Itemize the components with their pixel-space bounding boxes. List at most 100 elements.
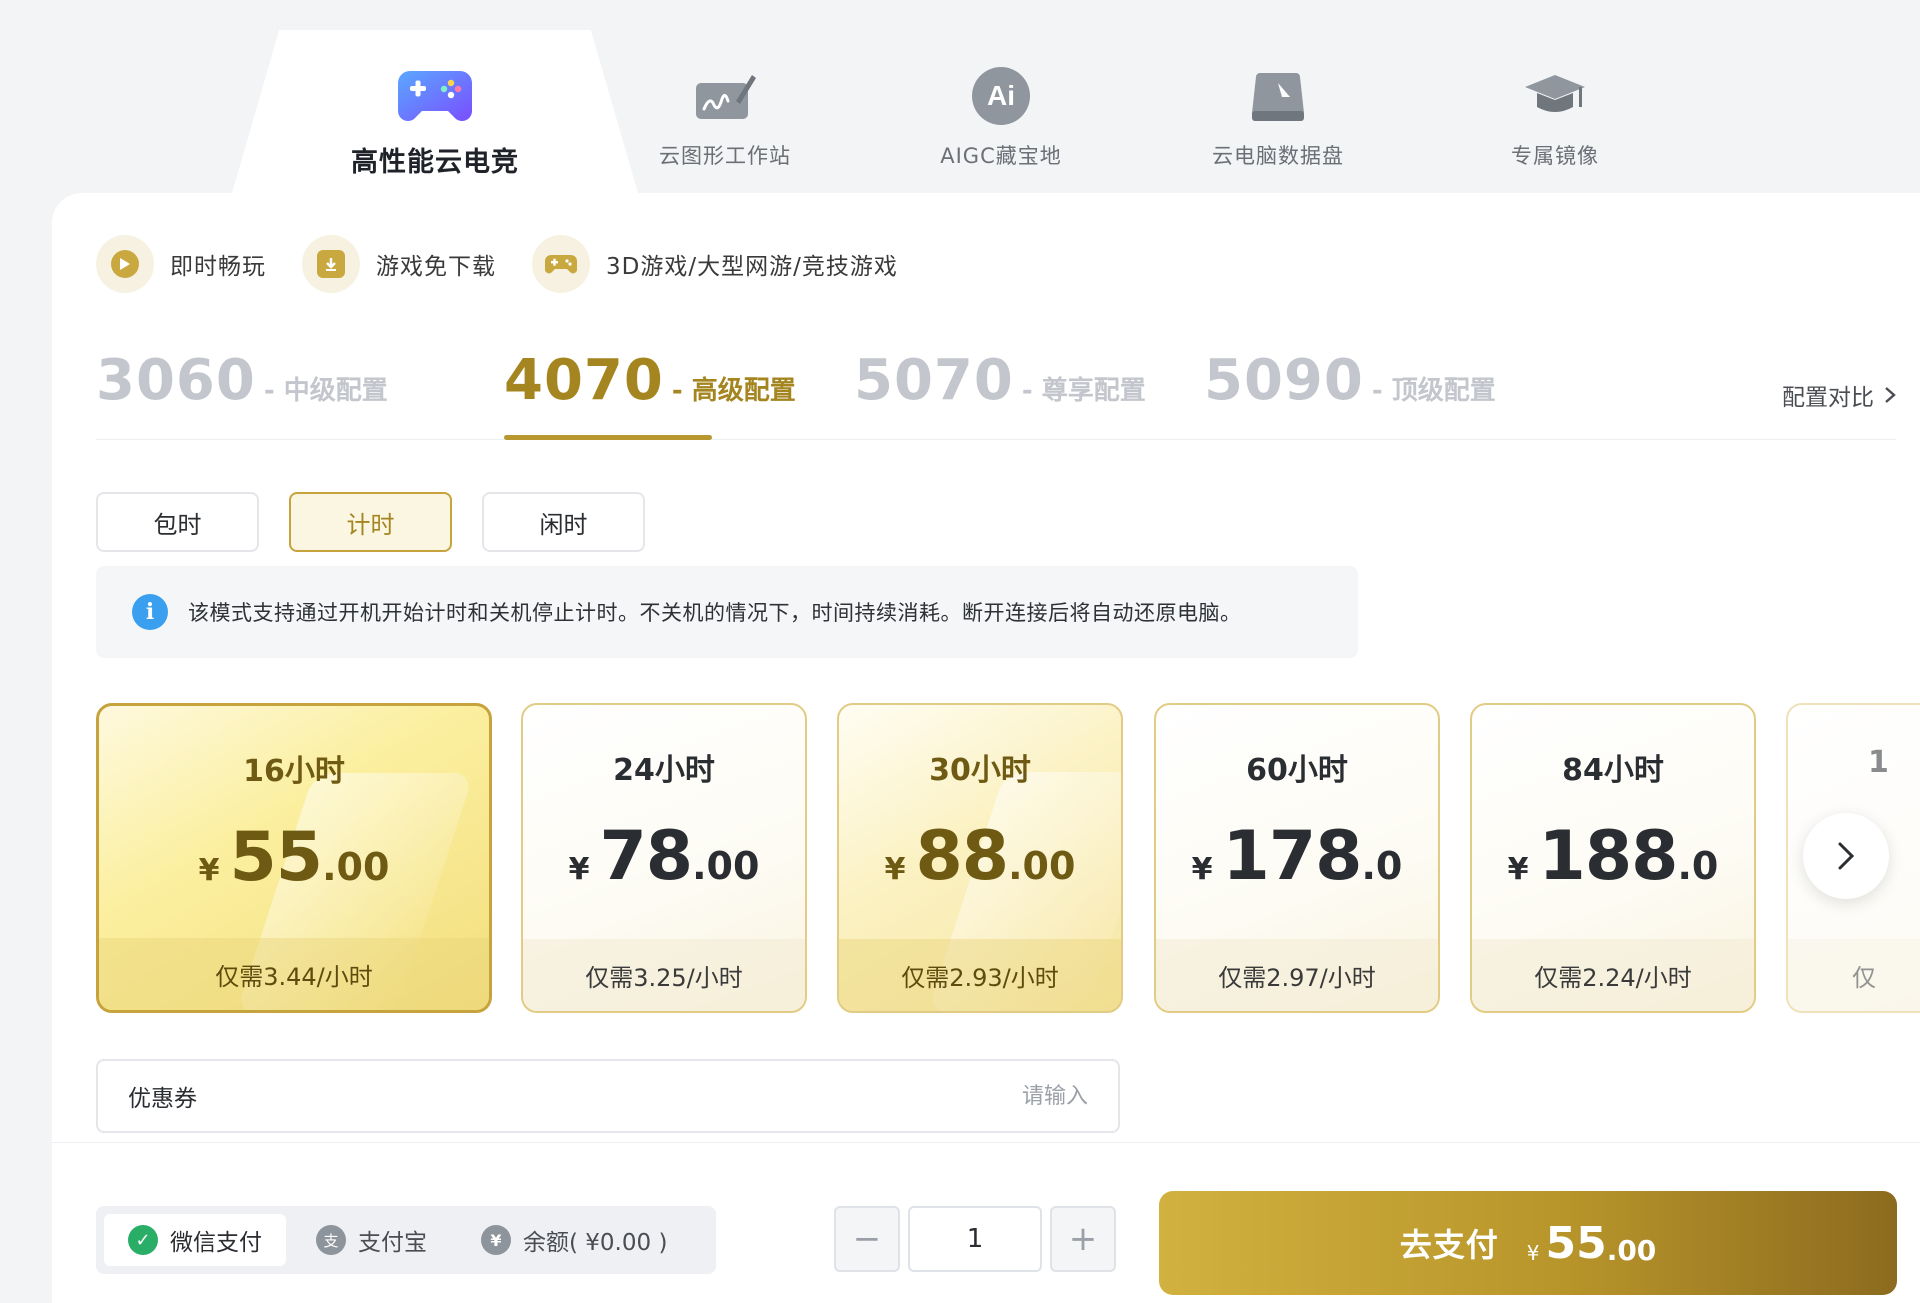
play-icon (96, 235, 154, 293)
tab-label: 云电脑数据盘 (1212, 144, 1344, 168)
config-tab-4070[interactable]: 4070 - 高级配置 (504, 348, 796, 413)
packages-next-button[interactable] (1803, 813, 1889, 899)
package-hours: 24小时 (613, 753, 715, 788)
package-price: ¥188.0 (1472, 817, 1754, 896)
tab-data-disk[interactable]: 云电脑数据盘 (1153, 0, 1403, 195)
ai-icon-glyph: Ai (972, 67, 1030, 125)
config-subtitle: - 高级配置 (671, 376, 796, 406)
price-decimal: .0 (1361, 844, 1403, 888)
graduation-cap-icon (1515, 64, 1595, 128)
config-compare-link[interactable]: 配置对比 (1782, 378, 1896, 412)
gamepad-icon (532, 235, 590, 293)
balance-icon: ¥ (481, 1225, 511, 1255)
mode-button-hourly[interactable]: 计时 (289, 492, 452, 552)
billing-mode-group: 包时 计时 闲时 (96, 492, 645, 552)
config-number: 5090 (1204, 348, 1364, 413)
decrement-button[interactable]: − (834, 1206, 900, 1272)
gamepad-icon (395, 62, 475, 126)
config-tab-3060[interactable]: 3060 - 中级配置 (96, 348, 388, 413)
package-list: 16小时 ¥55.00 仅需3.44/小时 24小时 ¥78.00 仅需3.25… (96, 703, 1920, 1013)
feature-item: 游戏免下载 (302, 235, 496, 293)
config-number: 5070 (854, 348, 1014, 413)
tab-aigc[interactable]: Ai AIGC藏宝地 (876, 0, 1126, 195)
mode-button-idle[interactable]: 闲时 (482, 492, 645, 552)
package-price: ¥88.00 (839, 817, 1121, 896)
package-unit-price: 仅 (1788, 939, 1920, 1011)
package-price: ¥178.0 (1156, 817, 1438, 896)
payment-method-alipay[interactable]: 支 支付宝 (292, 1214, 451, 1266)
price-decimal: .00 (322, 845, 390, 889)
currency-symbol: ¥ (568, 852, 590, 887)
payment-method-label: 余额( ¥0.00 ) (523, 1230, 668, 1256)
payment-method-balance[interactable]: ¥ 余额( ¥0.00 ) (457, 1214, 691, 1266)
payment-method-wechat[interactable]: ✓ 微信支付 (104, 1214, 286, 1266)
package-card[interactable]: 84小时 ¥188.0 仅需2.24/小时 (1470, 703, 1756, 1013)
pay-amount-integer: 55 (1545, 1217, 1607, 1269)
coupon-label: 优惠券 (128, 1086, 197, 1112)
package-card[interactable]: 30小时 ¥88.00 仅需2.93/小时 (837, 703, 1123, 1013)
price-integer: 88 (915, 817, 1009, 896)
main-card: 即时畅玩 游戏免下载 3D游戏/大型网游/竞技游戏 3060 - 中级配置 40… (52, 193, 1920, 1303)
package-hours: 1 (1868, 745, 1889, 780)
pay-button[interactable]: 去支付 ¥ 55 .00 (1159, 1191, 1897, 1295)
wechat-pay-icon-glyph: ✓ (135, 1229, 151, 1251)
config-tab-5090[interactable]: 5090 - 顶级配置 (1204, 348, 1496, 413)
section-divider (52, 1142, 1920, 1143)
price-decimal: .00 (1008, 844, 1076, 888)
config-subtitle: - 顶级配置 (1371, 376, 1496, 406)
coupon-input[interactable] (688, 1083, 1088, 1109)
quantity-input[interactable] (908, 1206, 1042, 1272)
pay-amount-decimal: .00 (1606, 1234, 1657, 1267)
currency-symbol: ¥ (1526, 1241, 1540, 1265)
pay-button-label: 去支付 (1399, 1226, 1499, 1264)
price-integer: 78 (599, 817, 693, 896)
alipay-icon: 支 (316, 1225, 346, 1255)
info-text: 该模式支持通过开机开始计时和关机停止计时。不关机的情况下，时间持续消耗。断开连接… (188, 601, 1242, 625)
package-unit-price: 仅需2.97/小时 (1156, 939, 1438, 1011)
tab-cloud-gaming[interactable]: 高性能云电竞 (280, 0, 590, 195)
info-icon: i (132, 594, 168, 630)
feature-list: 即时畅玩 游戏免下载 3D游戏/大型网游/竞技游戏 (96, 235, 898, 293)
drawing-tablet-icon (685, 64, 765, 128)
download-icon (302, 235, 360, 293)
mode-button-package[interactable]: 包时 (96, 492, 259, 552)
tab-label: 高性能云电竞 (351, 147, 519, 178)
package-unit-price: 仅需3.25/小时 (523, 939, 805, 1011)
payment-method-label: 支付宝 (358, 1230, 427, 1256)
payment-method-group: ✓ 微信支付 支 支付宝 ¥ 余额( ¥0.00 ) (96, 1206, 716, 1274)
config-subtitle: - 中级配置 (263, 376, 388, 406)
package-hours: 16小时 (243, 754, 345, 789)
ai-icon: Ai (961, 64, 1041, 128)
currency-symbol: ¥ (884, 852, 906, 887)
tab-graphics-workstation[interactable]: 云图形工作站 (600, 0, 850, 195)
package-hours: 84小时 (1562, 753, 1664, 788)
config-number: 4070 (504, 348, 664, 413)
coupon-field[interactable]: 优惠券 (96, 1059, 1120, 1133)
quantity-stepper: − + (834, 1206, 1116, 1272)
mode-info-banner: i 该模式支持通过开机开始计时和关机停止计时。不关机的情况下，时间持续消耗。断开… (96, 566, 1358, 658)
feature-item: 即时畅玩 (96, 235, 266, 293)
package-card[interactable]: 60小时 ¥178.0 仅需2.97/小时 (1154, 703, 1440, 1013)
hard-disk-icon (1238, 64, 1318, 128)
increment-button[interactable]: + (1050, 1206, 1116, 1272)
package-unit-price: 仅需2.24/小时 (1472, 939, 1754, 1011)
currency-symbol: ¥ (1191, 852, 1213, 887)
package-card[interactable]: 24小时 ¥78.00 仅需3.25/小时 (521, 703, 807, 1013)
product-tabs: 高性能云电竞 云图形工作站 Ai AIGC藏宝地 云电脑数据盘 专属镜像 (0, 0, 1920, 200)
wechat-pay-icon: ✓ (128, 1225, 158, 1255)
package-price: ¥55.00 (99, 818, 489, 897)
chevron-right-icon (1885, 387, 1896, 403)
feature-label: 游戏免下载 (376, 254, 496, 280)
package-card[interactable]: 16小时 ¥55.00 仅需3.44/小时 (96, 703, 492, 1013)
package-price: ¥78.00 (523, 817, 805, 896)
price-decimal: .0 (1677, 844, 1719, 888)
price-integer: 178 (1222, 817, 1363, 896)
price-integer: 188 (1538, 817, 1679, 896)
config-tab-5070[interactable]: 5070 - 尊享配置 (854, 348, 1146, 413)
feature-label: 即时畅玩 (170, 254, 266, 280)
package-unit-price: 仅需2.93/小时 (839, 939, 1121, 1011)
package-unit-price: 仅需3.44/小时 (99, 938, 489, 1010)
tab-exclusive-image[interactable]: 专属镜像 (1430, 0, 1680, 195)
config-subtitle: - 尊享配置 (1021, 376, 1146, 406)
package-hours: 60小时 (1246, 753, 1348, 788)
